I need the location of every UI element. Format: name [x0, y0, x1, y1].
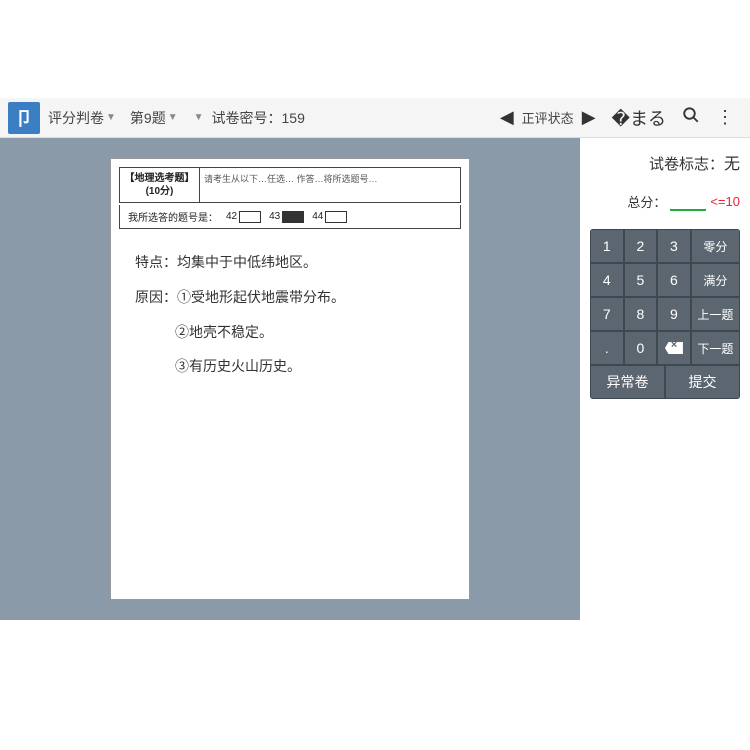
keypad-4[interactable]: 4 [590, 263, 624, 297]
backspace-icon [665, 342, 683, 354]
handwriting-line: 原因：①受地形起伏地震带分布。 [135, 284, 445, 315]
keypad-full-score[interactable]: 满分 [691, 263, 740, 297]
paper-secret-label: 试卷密号： [212, 108, 282, 128]
handwriting-line: ③有历史火山历史。 [135, 353, 445, 384]
keypad-6[interactable]: 6 [657, 263, 691, 297]
keypad-2[interactable]: 2 [624, 229, 658, 263]
answer-selection-row: 我所选答的题号是： 42 43 44 [119, 205, 461, 229]
next-arrow-icon[interactable]: ▶ [582, 107, 596, 128]
caret-down-icon: ▼ [168, 112, 178, 123]
exam-paper: 【地理选考题】 (10分) 请考生从以下…任选… 作答…将所选题号… 我所选答的… [110, 158, 470, 600]
question-title: 【地理选考题】 (10分) [120, 168, 200, 202]
keypad-1[interactable]: 1 [590, 229, 624, 263]
answer-prompt: 我所选答的题号是： [128, 209, 218, 224]
keypad-5[interactable]: 5 [624, 263, 658, 297]
handwriting-line: 特点：均集中于中低纬地区。 [135, 249, 445, 280]
keypad-7[interactable]: 7 [590, 297, 624, 331]
keypad-prev-question[interactable]: 上一题 [691, 297, 740, 331]
paper-viewport: 【地理选考题】 (10分) 请考生从以下…任选… 作答…将所选题号… 我所选答的… [0, 138, 580, 620]
workspace: 【地理选考题】 (10分) 请考生从以下…任选… 作答…将所选题号… 我所选答的… [0, 138, 750, 620]
paper-secret-value: 159 [282, 110, 305, 126]
student-answer: 特点：均集中于中低纬地区。 原因：①受地形起伏地震带分布。 ②地壳不稳定。 ③有… [119, 249, 461, 384]
score-input[interactable] [670, 193, 706, 211]
grading-dropdown[interactable]: 评分判卷 ▼ [48, 108, 124, 128]
keypad-9[interactable]: 9 [657, 297, 691, 331]
question-dropdown[interactable]: 第9题 ▼ [130, 108, 186, 128]
keypad-next-question[interactable]: 下一题 [691, 331, 740, 365]
keypad-submit[interactable]: 提交 [665, 365, 740, 399]
question-instructions: 请考生从以下…任选… 作答…将所选题号… [200, 168, 460, 202]
caret-down-icon: ▼ [194, 112, 204, 123]
scoring-panel: 试卷标志：无 总分： <=10 1 2 3 零分 4 5 6 满分 7 8 [580, 138, 750, 620]
total-score-row: 总分： <=10 [590, 192, 740, 211]
grading-label: 评分判卷 [48, 108, 104, 128]
status-label: 正评状态 [522, 108, 574, 127]
keypad-backspace[interactable] [657, 331, 691, 365]
paper-mark-value[interactable]: 无 [724, 156, 740, 173]
app-logo: 卩 [8, 102, 40, 134]
question-label: 第9题 [130, 108, 166, 128]
prev-arrow-icon[interactable]: ◀ [500, 107, 514, 128]
keypad-dot[interactable]: . [590, 331, 624, 365]
menu-icon[interactable]: ⋮ [716, 107, 734, 128]
handwriting-line: ②地壳不稳定。 [135, 319, 445, 350]
keypad-3[interactable]: 3 [657, 229, 691, 263]
paper-mark-row: 试卷标志：无 [590, 150, 740, 174]
keypad-abnormal[interactable]: 异常卷 [590, 365, 665, 399]
caret-down-icon: ▼ [106, 112, 116, 123]
keypad-zero-score[interactable]: 零分 [691, 229, 740, 263]
keypad-0[interactable]: 0 [624, 331, 658, 365]
score-limit: <=10 [710, 194, 740, 209]
score-keypad: 1 2 3 零分 4 5 6 满分 7 8 9 上一题 . 0 下一题 [590, 229, 740, 399]
top-toolbar: 卩 评分判卷 ▼ 第9题 ▼ ▼ 试卷密号： 159 ◀ 正评状态 ▶ �まる … [0, 98, 750, 138]
export-icon[interactable]: �まる [612, 105, 666, 131]
total-score-label: 总分： [627, 192, 666, 211]
search-icon[interactable] [682, 106, 700, 129]
keypad-8[interactable]: 8 [624, 297, 658, 331]
